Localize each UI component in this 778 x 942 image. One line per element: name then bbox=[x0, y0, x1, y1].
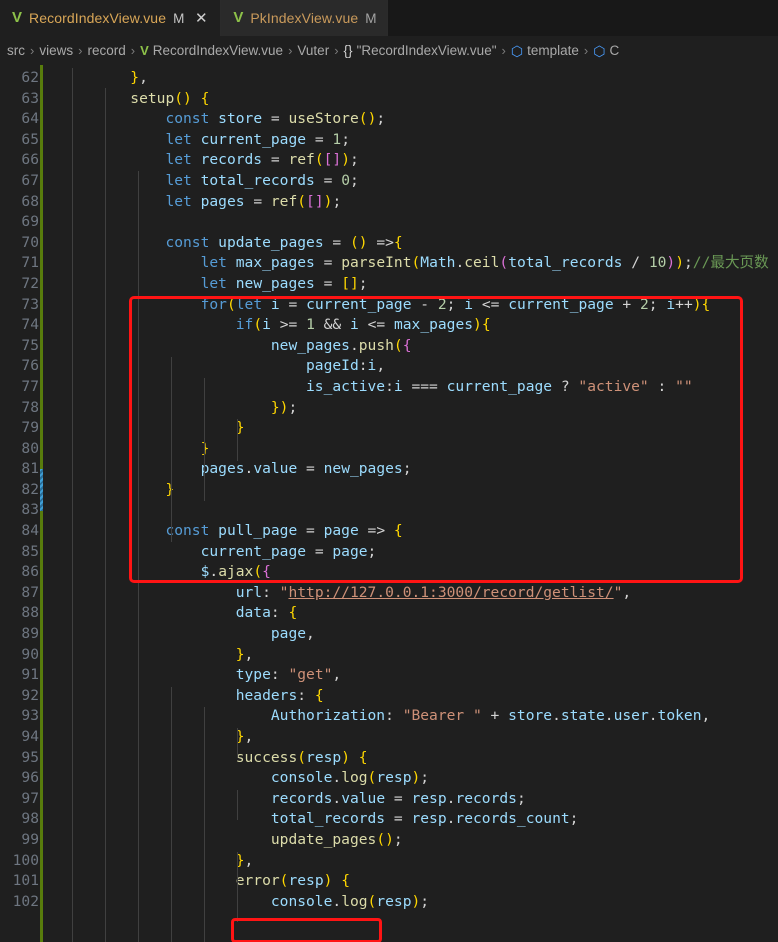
tab-bar-empty-space bbox=[388, 0, 778, 36]
breadcrumb-item-template[interactable]: ⬡ template bbox=[511, 43, 579, 58]
code-line[interactable]: let current_page = 1; bbox=[48, 130, 778, 151]
code-line[interactable]: pages.value = new_pages; bbox=[48, 459, 778, 480]
breadcrumb-item-record[interactable]: record bbox=[87, 43, 125, 58]
source-code[interactable]: }, setup() { const store = useStore(); l… bbox=[48, 65, 778, 942]
overview-ruler-marker[interactable] bbox=[40, 469, 43, 511]
close-icon[interactable]: ✕ bbox=[193, 10, 209, 26]
breadcrumb-separator-icon: › bbox=[334, 43, 339, 58]
code-area: 62 63 64 65 66 67 68 69 70 71 72 73 74 75 76 77 78 79 80 81… bbox=[0, 65, 778, 942]
cube-icon: ⬡ bbox=[510, 42, 524, 59]
code-line[interactable]: console.log(resp); bbox=[48, 768, 778, 789]
vue-file-icon: V bbox=[140, 43, 149, 58]
tab-label: PkIndexView.vue bbox=[250, 10, 359, 26]
code-line[interactable]: let records = ref([]); bbox=[48, 150, 778, 171]
code-line[interactable]: const pull_page = page => { bbox=[48, 521, 778, 542]
code-line[interactable]: is_active:i === current_page ? "active" … bbox=[48, 377, 778, 398]
breadcrumb-label: Vuter bbox=[297, 43, 330, 58]
cube-icon: ⬡ bbox=[593, 42, 606, 59]
code-line[interactable]: new_pages.push({ bbox=[48, 336, 778, 357]
code-line[interactable]: } bbox=[48, 418, 778, 439]
code-line[interactable]: }, bbox=[48, 727, 778, 748]
code-line[interactable]: Authorization: "Bearer " + store.state.u… bbox=[48, 706, 778, 727]
code-line[interactable]: error(resp) { bbox=[48, 871, 778, 892]
breadcrumb-item-file[interactable]: V RecordIndexView.vue bbox=[140, 43, 283, 58]
breadcrumb-separator-icon: › bbox=[130, 43, 136, 58]
code-line[interactable]: $.ajax({ bbox=[48, 562, 778, 583]
code-line[interactable]: const store = useStore(); bbox=[48, 109, 778, 130]
code-line[interactable]: }, bbox=[48, 645, 778, 666]
breadcrumb-separator-icon: › bbox=[288, 43, 293, 58]
tab-record-index-view[interactable]: V RecordIndexView.vue M ✕ bbox=[0, 0, 222, 36]
breadcrumb-item-views[interactable]: views bbox=[39, 43, 73, 58]
code-line[interactable]: setup() { bbox=[48, 89, 778, 110]
editor-tab-bar: V RecordIndexView.vue M ✕ V PkIndexView.… bbox=[0, 0, 778, 36]
tab-dirty-indicator: M bbox=[173, 10, 185, 26]
braces-icon: {} bbox=[343, 43, 353, 58]
breadcrumb-item-truncated[interactable]: ⬡ C bbox=[593, 43, 619, 58]
code-line[interactable]: data: { bbox=[48, 603, 778, 624]
code-line[interactable]: }); bbox=[48, 398, 778, 419]
tab-pk-index-view[interactable]: V PkIndexView.vue M bbox=[221, 0, 389, 36]
code-line[interactable]: type: "get", bbox=[48, 665, 778, 686]
breadcrumb-label: record bbox=[87, 43, 126, 58]
code-line[interactable]: }, bbox=[48, 851, 778, 872]
code-line[interactable]: success(resp) { bbox=[48, 748, 778, 769]
vue-file-icon: V bbox=[12, 8, 23, 26]
breadcrumb-label: views bbox=[39, 43, 74, 58]
code-line[interactable]: let pages = ref([]); bbox=[48, 192, 778, 213]
code-line[interactable]: for(let i = current_page - 2; i <= curre… bbox=[48, 295, 778, 316]
code-line[interactable]: total_records = resp.records_count; bbox=[48, 809, 778, 830]
code-line[interactable] bbox=[48, 212, 778, 233]
breadcrumb-separator-icon: › bbox=[501, 43, 506, 58]
code-line[interactable]: const update_pages = () =>{ bbox=[48, 233, 778, 254]
code-line[interactable]: let total_records = 0; bbox=[48, 171, 778, 192]
code-line[interactable]: if(i >= 1 && i <= max_pages){ bbox=[48, 315, 778, 336]
code-line[interactable]: } bbox=[48, 439, 778, 460]
code-line[interactable]: }, bbox=[48, 68, 778, 89]
code-line[interactable]: let max_pages = parseInt(Math.ceil(total… bbox=[48, 253, 778, 274]
breadcrumb-label: RecordIndexView.vue bbox=[152, 43, 284, 58]
breadcrumb-item-vuter[interactable]: Vuter bbox=[297, 43, 329, 58]
breadcrumb: src › views › record › V RecordIndexView… bbox=[0, 36, 778, 65]
code-editor[interactable]: 62 63 64 65 66 67 68 69 70 71 72 73 74 75 76 77 78 79 80 81… bbox=[0, 65, 778, 942]
breadcrumb-label: "RecordIndexView.vue" bbox=[356, 43, 497, 58]
breadcrumb-item-module[interactable]: {} "RecordIndexView.vue" bbox=[344, 43, 497, 58]
vue-file-icon: V bbox=[233, 8, 244, 26]
code-line[interactable]: console.log(resp); bbox=[48, 892, 778, 913]
code-line[interactable]: let new_pages = []; bbox=[48, 274, 778, 295]
code-line[interactable]: url: "http://127.0.0.1:3000/record/getli… bbox=[48, 583, 778, 604]
code-line[interactable]: } bbox=[48, 480, 778, 501]
code-line[interactable]: update_pages(); bbox=[48, 830, 778, 851]
breadcrumb-separator-icon: › bbox=[78, 43, 83, 58]
breadcrumb-item-src[interactable]: src bbox=[7, 43, 25, 58]
code-line[interactable]: pageId:i, bbox=[48, 356, 778, 377]
breadcrumb-separator-icon: › bbox=[583, 43, 589, 58]
code-line[interactable]: current_page = page; bbox=[48, 542, 778, 563]
tab-label: RecordIndexView.vue bbox=[29, 10, 167, 26]
code-line[interactable]: headers: { bbox=[48, 686, 778, 707]
code-line[interactable]: records.value = resp.records; bbox=[48, 789, 778, 810]
code-line[interactable] bbox=[48, 500, 778, 521]
breadcrumb-label: src bbox=[7, 43, 25, 58]
tab-dirty-indicator: M bbox=[365, 10, 377, 26]
breadcrumb-label: template bbox=[527, 43, 579, 58]
code-line[interactable]: page, bbox=[48, 624, 778, 645]
breadcrumb-separator-icon: › bbox=[30, 43, 35, 58]
breadcrumb-label: C bbox=[609, 43, 620, 58]
